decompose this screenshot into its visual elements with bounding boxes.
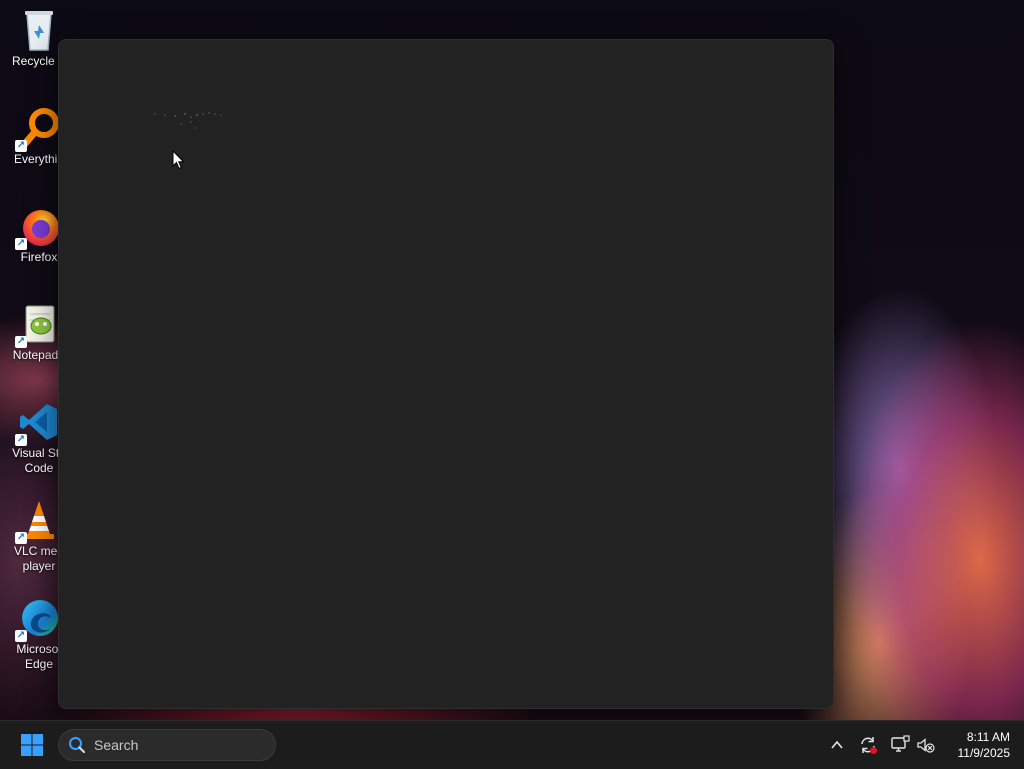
firefox-icon: ↗ — [15, 204, 61, 250]
shortcut-arrow-icon: ↗ — [15, 140, 27, 152]
tray-network[interactable] — [890, 735, 910, 755]
shortcut-arrow-icon: ↗ — [15, 434, 27, 446]
vscode-icon: ↗ — [15, 400, 61, 446]
windows-logo-icon — [21, 734, 43, 756]
search-placeholder: Search — [94, 737, 139, 753]
clock-date: 11/9/2025 — [957, 746, 1011, 760]
recycle-bin-icon — [17, 8, 61, 52]
show-hidden-icons-button[interactable] — [827, 735, 847, 755]
shortcut-arrow-icon: ↗ — [15, 532, 27, 544]
search-icon — [69, 737, 86, 754]
taskbar-search-box[interactable]: Search — [58, 729, 276, 761]
tray-sync-status[interactable] — [858, 735, 878, 755]
chevron-up-icon — [831, 740, 843, 749]
notepad-plus-plus-icon: ↗ — [15, 302, 61, 348]
taskbar-clock[interactable]: 8:11 AM 11/9/2025 — [944, 729, 1011, 761]
shortcut-arrow-icon: ↗ — [15, 238, 27, 250]
everything-search-icon: ↗ — [15, 106, 61, 152]
vlc-icon: ↗ — [15, 498, 61, 544]
shortcut-arrow-icon: ↗ — [15, 630, 27, 642]
desktop: Recycle B ↗ Everythin ↗ Firefox ↗ Notepa… — [0, 0, 1024, 720]
clock-time: 8:11 AM — [966, 730, 1010, 744]
start-button[interactable] — [14, 731, 50, 759]
shortcut-arrow-icon: ↗ — [15, 336, 27, 348]
sync-icon — [861, 737, 877, 754]
network-icon — [891, 735, 910, 752]
loading-spinner-icon — [154, 112, 222, 129]
edge-icon: ↗ — [15, 596, 61, 642]
loading-window[interactable] — [58, 39, 834, 709]
tray-volume[interactable] — [916, 735, 936, 755]
mouse-cursor-icon — [172, 150, 185, 170]
taskbar: Search 8:11 AM 11/9/2025 — [0, 720, 1024, 769]
volume-muted-icon — [917, 738, 935, 753]
